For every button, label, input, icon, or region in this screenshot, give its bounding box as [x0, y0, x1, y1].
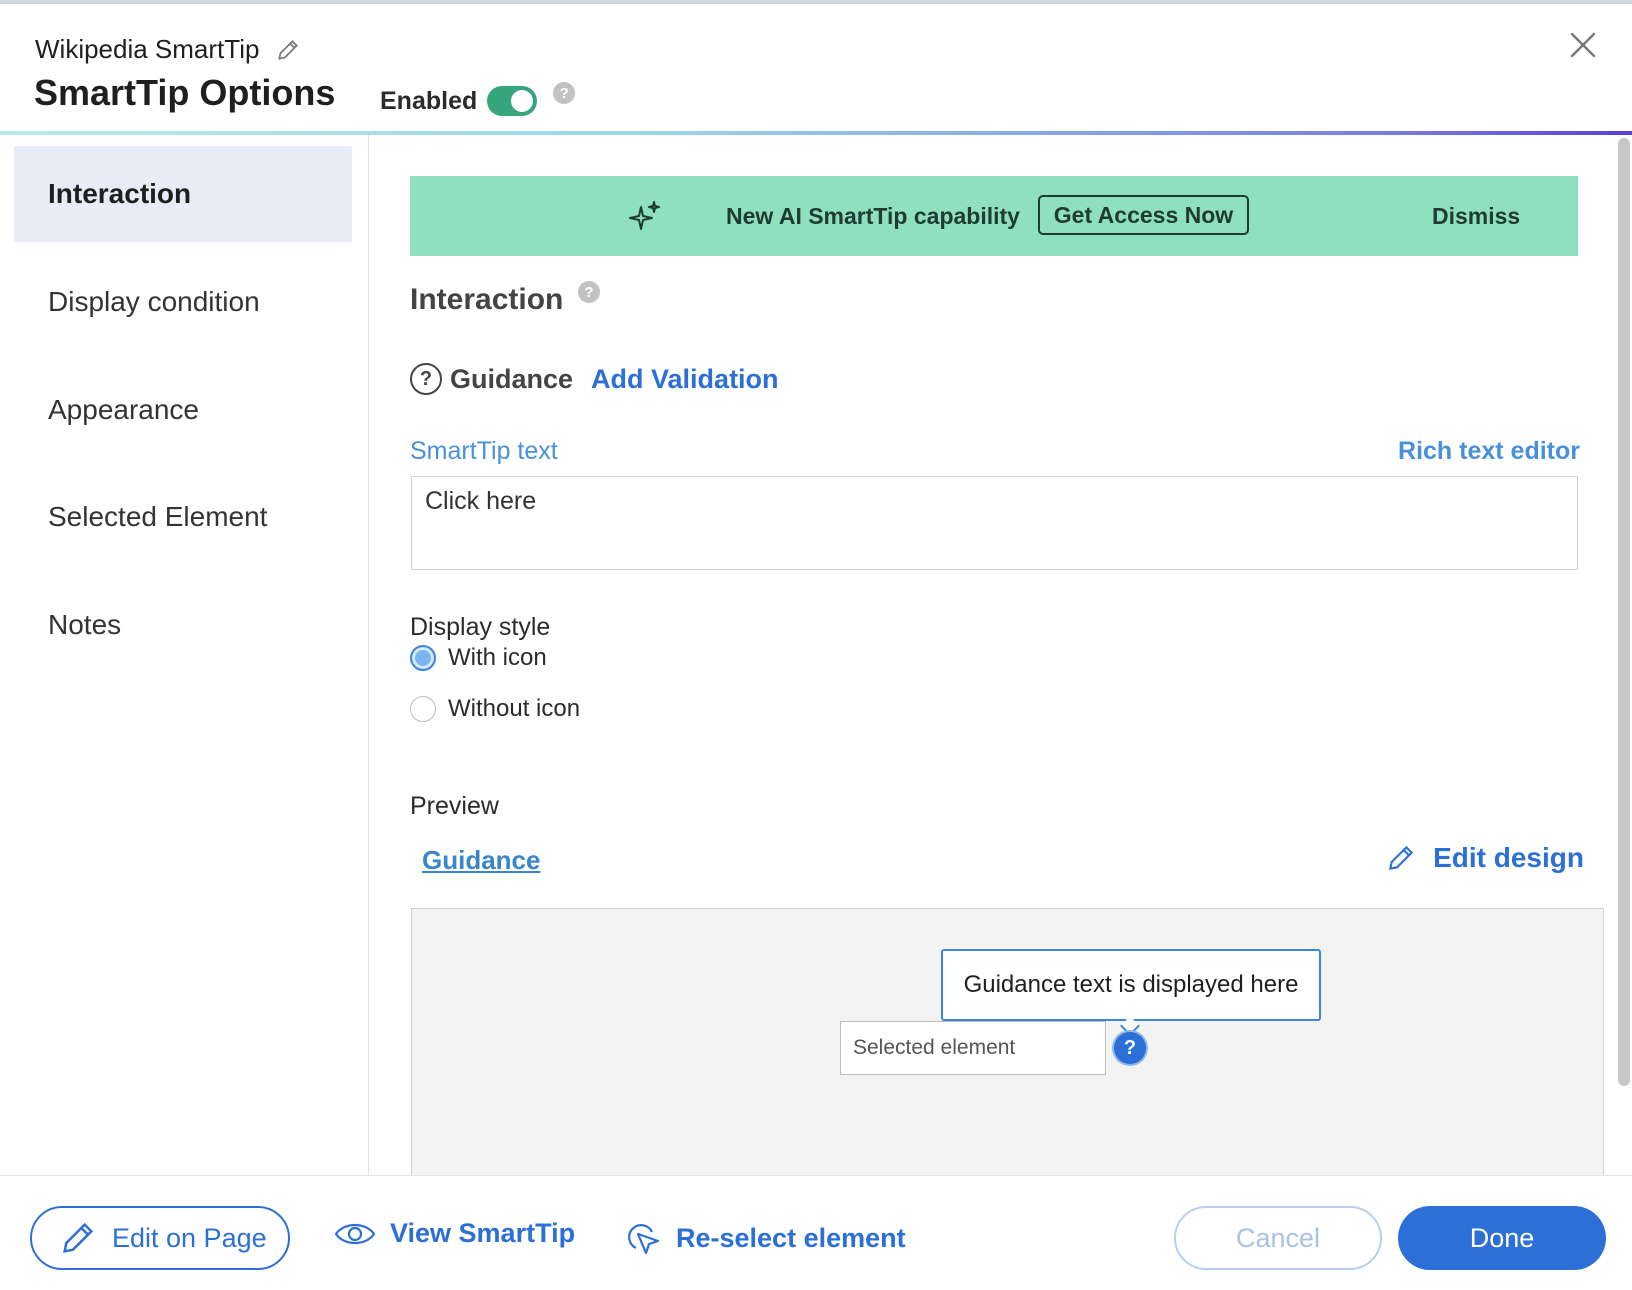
done-button[interactable]: Done	[1398, 1206, 1606, 1270]
smarttip-text-label: SmartTip text	[410, 437, 558, 465]
enabled-label: Enabled	[380, 86, 478, 115]
guidance-link[interactable]: Guidance	[422, 845, 540, 876]
sidebar-item-display-condition[interactable]: Display condition	[14, 254, 352, 350]
ai-banner: New AI SmartTip capability Get Access No…	[410, 176, 1578, 256]
edit-design-button[interactable]: Edit design	[1385, 842, 1584, 874]
add-validation-link[interactable]: Add Validation	[591, 364, 779, 395]
close-icon[interactable]	[1566, 28, 1600, 62]
preview-label: Preview	[410, 792, 499, 820]
preview-selected-element: Selected element	[840, 1021, 1106, 1075]
smarttip-help-icon: ?	[1114, 1032, 1146, 1064]
radio-with-icon[interactable]: With icon	[410, 644, 547, 672]
preview-area: Guidance text is displayed here Selected…	[411, 908, 1604, 1175]
radio-button[interactable]	[410, 696, 436, 722]
eye-icon	[334, 1223, 376, 1244]
subtitle-row: Wikipedia SmartTip	[35, 34, 301, 65]
sidebar-item-appearance[interactable]: Appearance	[14, 362, 352, 458]
guidance-row: ? Guidance Add Validation	[410, 363, 779, 395]
pencil-icon	[63, 1222, 94, 1253]
display-style-label: Display style	[410, 613, 551, 641]
help-icon[interactable]: ?	[578, 281, 600, 303]
help-icon[interactable]: ?	[553, 82, 576, 104]
reselect-element-label: Re-select element	[676, 1222, 906, 1253]
sidebar-item-notes[interactable]: Notes	[14, 577, 352, 673]
pencil-icon[interactable]	[275, 37, 301, 63]
toggle-knob	[511, 90, 534, 112]
main-content: New AI SmartTip capability Get Access No…	[370, 135, 1614, 1175]
dialog-header: Wikipedia SmartTip SmartTip Options Enab…	[0, 4, 1632, 132]
rich-text-editor-link[interactable]: Rich text editor	[1398, 437, 1580, 466]
get-access-button[interactable]: Get Access Now	[1038, 195, 1249, 235]
smarttip-name: Wikipedia SmartTip	[35, 34, 260, 64]
sparkle-icon	[629, 201, 660, 230]
radio-label: Without icon	[448, 695, 581, 722]
dialog-title: SmartTip Options	[34, 72, 336, 113]
scrollbar[interactable]	[1618, 138, 1630, 1086]
cancel-button[interactable]: Cancel	[1174, 1206, 1382, 1270]
reselect-element-button[interactable]: Re-select element	[622, 1218, 906, 1258]
edit-on-page-button[interactable]: Edit on Page	[30, 1206, 290, 1270]
edit-design-label: Edit design	[1433, 842, 1584, 873]
enabled-row: Enabled ?	[380, 82, 576, 116]
sidebar-nav: Interaction Display condition Appearance…	[0, 135, 369, 1175]
section-title: Interaction	[410, 283, 564, 316]
sidebar-item-interaction[interactable]: Interaction	[14, 146, 352, 242]
preview-tooltip: Guidance text is displayed here	[941, 949, 1321, 1021]
dialog-footer: Edit on Page View SmartTip Re-select ele…	[0, 1175, 1632, 1290]
edit-on-page-label: Edit on Page	[112, 1222, 267, 1253]
smarttip-text-input[interactable]: Click here	[411, 476, 1578, 570]
question-outline-icon: ?	[410, 363, 442, 395]
radio-button-checked[interactable]	[410, 645, 436, 671]
dismiss-button[interactable]: Dismiss	[1432, 203, 1520, 230]
radio-label: With icon	[448, 644, 547, 671]
guidance-label: Guidance	[450, 363, 574, 394]
pencil-icon	[1389, 845, 1414, 871]
banner-text: New AI SmartTip capability	[726, 203, 1020, 229]
enabled-toggle[interactable]	[487, 86, 538, 116]
view-smarttip-button[interactable]: View SmartTip	[334, 1218, 575, 1249]
radio-without-icon[interactable]: Without icon	[410, 695, 580, 723]
cursor-select-icon	[628, 1224, 660, 1255]
view-smarttip-label: View SmartTip	[390, 1218, 576, 1248]
sidebar-item-selected-element[interactable]: Selected Element	[14, 469, 352, 565]
